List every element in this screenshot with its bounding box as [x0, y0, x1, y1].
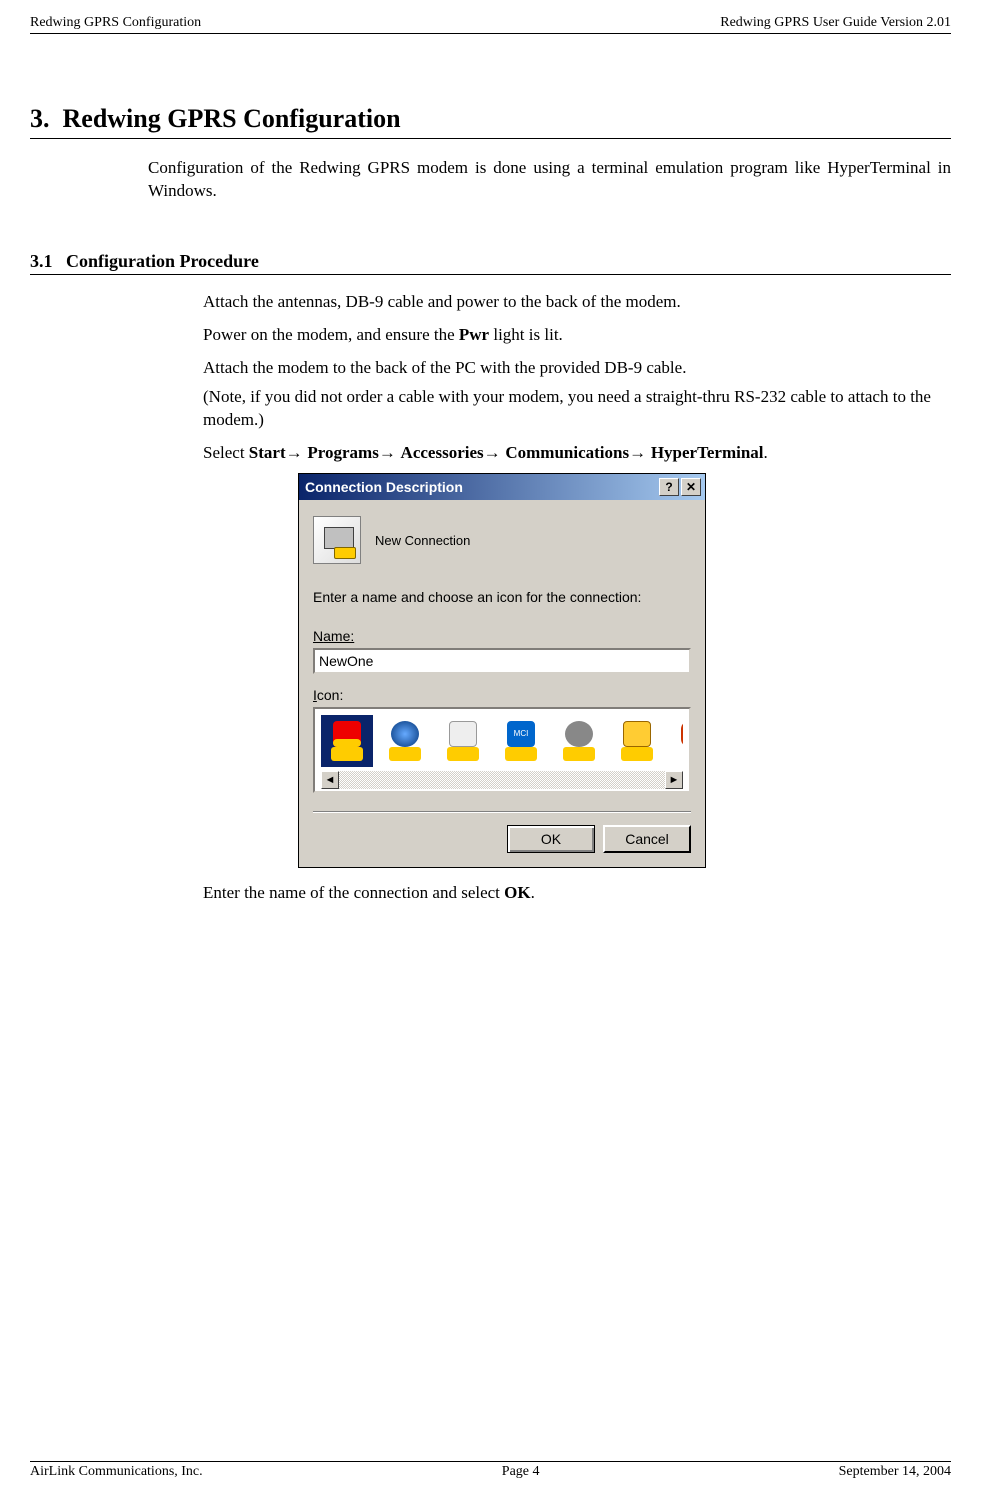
icon-option-globe[interactable] — [379, 715, 431, 767]
footer-center: Page 4 — [502, 1464, 540, 1480]
arrow-icon: → — [379, 443, 401, 462]
step-5-bold: OK — [504, 883, 530, 902]
step-4-b4: Communications — [505, 443, 629, 462]
dialog-separator — [313, 811, 691, 813]
step-3-note: (Note, if you did not order a cable with… — [203, 386, 951, 432]
new-connection-row: New Connection — [313, 516, 691, 564]
scroll-right-button[interactable]: ► — [665, 771, 683, 789]
step-5-pre: Enter the name of the connection and sel… — [203, 883, 504, 902]
step-4-b5: HyperTerminal — [651, 443, 764, 462]
icon-option-ge[interactable] — [553, 715, 605, 767]
step-4-b1: Start — [249, 443, 286, 462]
scroll-track[interactable] — [339, 771, 665, 789]
step-4-b3: Accessories — [401, 443, 484, 462]
arrow-icon: → — [629, 443, 651, 462]
footer-left: AirLink Communications, Inc. — [30, 1464, 203, 1480]
section-heading: 3.1 Configuration Procedure — [30, 251, 951, 275]
step-5: Enter the name of the connection and sel… — [185, 882, 951, 905]
arrow-icon: → — [286, 443, 308, 462]
step-3-text: Attach the modem to the back of the PC w… — [203, 358, 686, 377]
close-button[interactable]: ✕ — [681, 478, 701, 496]
step-4-b2: Programs — [307, 443, 378, 462]
cancel-button[interactable]: Cancel — [603, 825, 691, 853]
connection-description-dialog: Connection Description ? ✕ New Connectio… — [298, 473, 706, 869]
section-title: Configuration Procedure — [66, 251, 259, 271]
section-number: 3.1 — [30, 251, 53, 271]
icon-option-clipboard[interactable] — [611, 715, 663, 767]
scroll-left-button[interactable]: ◄ — [321, 771, 339, 789]
step-3: Attach the modem to the back of the PC w… — [185, 357, 951, 432]
chapter-title: Redwing GPRS Configuration — [63, 104, 401, 133]
dialog-screenshot: Connection Description ? ✕ New Connectio… — [298, 473, 951, 869]
step-1-text: Attach the antennas, DB-9 cable and powe… — [203, 292, 681, 311]
header-left: Redwing GPRS Configuration — [30, 15, 201, 31]
chapter-heading: 3. Redwing GPRS Configuration — [30, 104, 951, 139]
dialog-instruction: Enter a name and choose an icon for the … — [313, 588, 691, 607]
step-4: Select Start→ Programs→ Accessories→ Com… — [185, 442, 951, 869]
icon-option-newspaper[interactable] — [437, 715, 489, 767]
name-input[interactable] — [313, 648, 691, 674]
footer-right: September 14, 2004 — [839, 1464, 951, 1480]
connection-icon — [313, 516, 361, 564]
chapter-number: 3. — [30, 104, 50, 133]
ok-button[interactable]: OK — [507, 825, 595, 853]
help-button[interactable]: ? — [659, 478, 679, 496]
icon-option-mci[interactable]: MCI — [495, 715, 547, 767]
icon-selector: MCI — [313, 707, 691, 793]
dialog-titlebar: Connection Description ? ✕ — [299, 474, 705, 501]
titlebar-buttons: ? ✕ — [659, 478, 701, 496]
dialog-title: Connection Description — [305, 478, 463, 497]
step-2-post: light is lit. — [489, 325, 563, 344]
step-4-pre: Select — [203, 443, 249, 462]
dialog-footer: OK Cancel — [313, 825, 691, 853]
icon-option-red-phone[interactable] — [321, 715, 373, 767]
intro-paragraph: Configuration of the Redwing GPRS modem … — [148, 157, 951, 203]
step-2-pre: Power on the modem, and ensure the — [203, 325, 459, 344]
new-connection-label: New Connection — [375, 532, 470, 550]
arrow-icon: → — [484, 443, 506, 462]
steps-list: Attach the antennas, DB-9 cable and powe… — [185, 291, 951, 905]
icon-option-partial[interactable] — [669, 715, 683, 767]
header-right: Redwing GPRS User Guide Version 2.01 — [720, 15, 951, 31]
name-field-label: Name: — [313, 627, 691, 646]
horizontal-scrollbar: ◄ ► — [321, 771, 683, 789]
icon-row: MCI — [321, 715, 683, 767]
step-1: Attach the antennas, DB-9 cable and powe… — [185, 291, 951, 314]
step-2-bold: Pwr — [459, 325, 489, 344]
dialog-body: New Connection Enter a name and choose a… — [299, 500, 705, 867]
step-5-post: . — [531, 883, 535, 902]
page-footer: AirLink Communications, Inc. Page 4 Sept… — [30, 1461, 951, 1480]
page-header: Redwing GPRS Configuration Redwing GPRS … — [30, 15, 951, 34]
step-4-period: . — [764, 443, 768, 462]
step-2: Power on the modem, and ensure the Pwr l… — [185, 324, 951, 347]
icon-field-label: Icon: — [313, 686, 691, 705]
